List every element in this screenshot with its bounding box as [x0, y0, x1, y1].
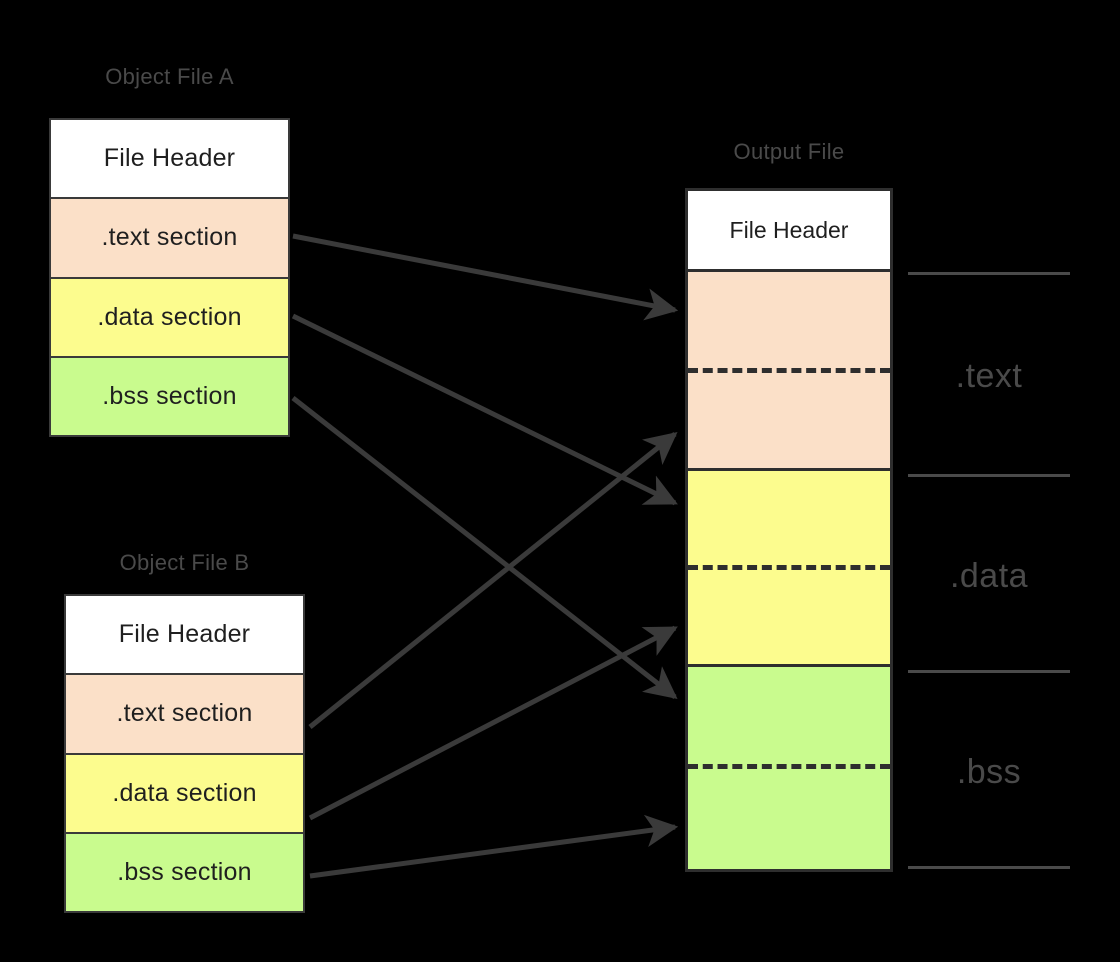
arrow-a-data-to-out-data — [291, 313, 678, 506]
arrow-b-bss-to-out-bss — [309, 814, 679, 879]
output-label-text: .text — [955, 357, 1023, 395]
obj-b-row-data-section: .data section — [66, 754, 303, 834]
output-file-title: Output File — [733, 139, 845, 164]
object-file-b-title: Object File B — [119, 550, 250, 575]
output-label-data: .data — [949, 557, 1029, 595]
obj-b-row-file-header: File Header — [66, 596, 303, 676]
output-segment-text — [688, 272, 890, 471]
object-file-a-title: Object File A — [105, 64, 234, 89]
output-data-merge-divider — [688, 565, 890, 570]
output-tick-data-bottom — [908, 670, 1070, 673]
arrow-a-bss-to-out-bss — [291, 396, 678, 700]
object-file-b-box: File Header .text section .data section … — [64, 594, 305, 913]
output-file-box: File Header — [685, 188, 893, 872]
diagram-canvas: Object File A File Header .text section … — [0, 0, 1120, 962]
output-bss-merge-divider — [688, 764, 890, 769]
obj-a-row-data-section: .data section — [51, 278, 288, 358]
object-file-a-box: File Header .text section .data section … — [49, 118, 290, 437]
output-segment-bss — [688, 667, 890, 869]
output-segment-data — [688, 471, 890, 667]
output-text-merge-divider — [688, 368, 890, 373]
output-tick-text-top — [908, 272, 1070, 275]
obj-a-row-text-section: .text section — [51, 199, 288, 279]
arrow-b-text-to-out-text — [308, 431, 678, 729]
arrow-a-text-to-out-text — [292, 233, 679, 321]
output-label-bss: .bss — [956, 753, 1022, 791]
obj-a-row-file-header: File Header — [51, 120, 288, 200]
arrow-b-data-to-out-data — [308, 625, 678, 821]
output-tick-text-bottom — [908, 474, 1070, 477]
output-tick-bss-bottom — [908, 866, 1070, 869]
output-file-header: File Header — [688, 191, 890, 272]
obj-b-row-text-section: .text section — [66, 675, 303, 755]
obj-a-row-bss-section: .bss section — [51, 357, 288, 435]
obj-b-row-bss-section: .bss section — [66, 833, 303, 911]
